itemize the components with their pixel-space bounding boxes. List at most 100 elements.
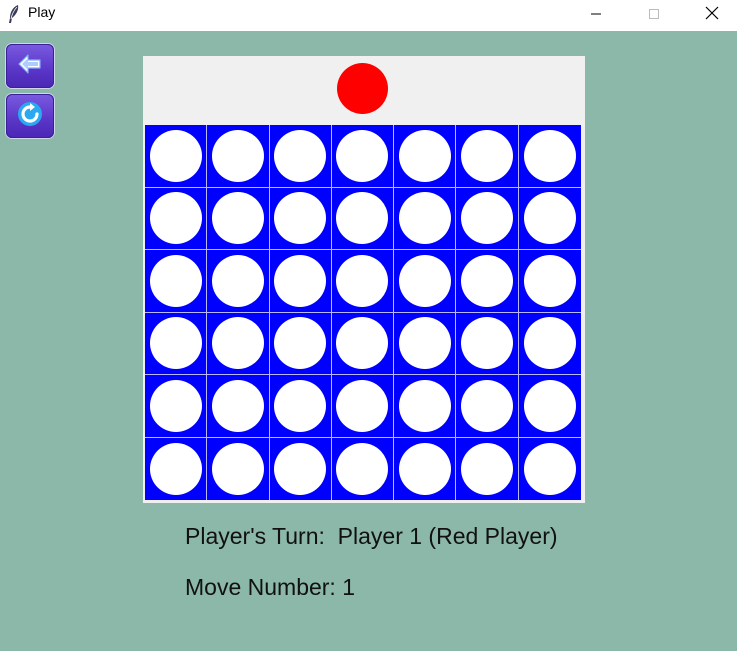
- board-cell[interactable]: [207, 250, 270, 313]
- move-number-label: Move Number: 1: [185, 574, 356, 600]
- board-cell[interactable]: [207, 312, 270, 375]
- board-cell[interactable]: [456, 312, 519, 375]
- board-cell[interactable]: [145, 437, 208, 500]
- disc-slot: [149, 379, 202, 432]
- disc-slot: [398, 192, 451, 245]
- disc-slot: [336, 442, 389, 495]
- drop-zone[interactable]: [143, 56, 585, 123]
- board-cell[interactable]: [456, 187, 519, 250]
- refresh-icon: [15, 99, 45, 134]
- board-cell[interactable]: [145, 375, 208, 438]
- disc-slot: [274, 129, 327, 182]
- disc-slot: [461, 192, 514, 245]
- disc-slot: [149, 129, 202, 182]
- board-cell[interactable]: [331, 312, 395, 375]
- disc-slot: [398, 442, 451, 495]
- disc-slot: [461, 442, 514, 495]
- board-cell[interactable]: [518, 375, 581, 438]
- disc-slot: [149, 317, 202, 370]
- disc-slot: [149, 442, 202, 495]
- board-grid: [145, 125, 581, 500]
- disc-slot: [461, 317, 514, 370]
- game-board: [143, 56, 585, 503]
- board-cell[interactable]: [207, 375, 270, 438]
- back-button[interactable]: [6, 44, 54, 88]
- disc-slot: [523, 379, 576, 432]
- disc-slot: [274, 254, 327, 307]
- maximize-button[interactable]: [631, 0, 677, 31]
- board-cell[interactable]: [207, 187, 270, 250]
- disc-slot: [336, 317, 389, 370]
- close-icon: [705, 6, 719, 25]
- board-cell[interactable]: [331, 437, 395, 500]
- board-cell[interactable]: [394, 312, 457, 375]
- disc-slot: [274, 192, 327, 245]
- board-cell[interactable]: [394, 375, 457, 438]
- disc-slot: [274, 379, 327, 432]
- disc-slot: [398, 317, 451, 370]
- board-cell[interactable]: [145, 312, 208, 375]
- board-cell[interactable]: [456, 437, 519, 500]
- board-cell[interactable]: [331, 125, 395, 188]
- board-cell[interactable]: [518, 187, 581, 250]
- disc-slot: [336, 129, 389, 182]
- board-cell[interactable]: [145, 250, 208, 313]
- board-cell[interactable]: [394, 187, 457, 250]
- board-cell[interactable]: [456, 375, 519, 438]
- board-cell[interactable]: [518, 437, 581, 500]
- board-cell[interactable]: [145, 187, 208, 250]
- disc-slot: [398, 254, 451, 307]
- disc-slot: [523, 442, 576, 495]
- board-cell[interactable]: [269, 250, 332, 313]
- board-cell[interactable]: [394, 125, 457, 188]
- board-cell[interactable]: [269, 312, 332, 375]
- board-cell[interactable]: [518, 250, 581, 313]
- board-cell[interactable]: [269, 125, 332, 188]
- board-cell[interactable]: [394, 250, 457, 313]
- disc-slot: [211, 317, 264, 370]
- disc-slot: [398, 379, 451, 432]
- board-cell[interactable]: [518, 312, 581, 375]
- window-title: Play: [28, 4, 56, 20]
- disc-slot: [211, 254, 264, 307]
- board-cell[interactable]: [518, 125, 581, 188]
- disc-slot: [336, 192, 389, 245]
- board-cell[interactable]: [331, 375, 395, 438]
- back-arrow-icon: [17, 53, 43, 80]
- disc-slot: [461, 129, 514, 182]
- disc-slot: [211, 379, 264, 432]
- board-cell[interactable]: [456, 250, 519, 313]
- disc-slot: [461, 379, 514, 432]
- board-cell[interactable]: [331, 187, 395, 250]
- board-cell[interactable]: [207, 125, 270, 188]
- title-bar: Play: [0, 0, 737, 31]
- board-cell[interactable]: [207, 437, 270, 500]
- player-turn-label: Player's Turn: Player 1 (Red Player): [185, 523, 558, 549]
- minimize-button[interactable]: [573, 0, 619, 31]
- board-cell[interactable]: [269, 187, 332, 250]
- disc-slot: [211, 129, 264, 182]
- disc-slot: [336, 254, 389, 307]
- board-cell[interactable]: [145, 125, 208, 188]
- board-cell[interactable]: [269, 375, 332, 438]
- disc-slot: [523, 129, 576, 182]
- disc-slot: [211, 192, 264, 245]
- restart-button[interactable]: [6, 94, 54, 138]
- disc-slot: [149, 254, 202, 307]
- board-cell[interactable]: [394, 437, 457, 500]
- close-button[interactable]: [689, 0, 735, 31]
- disc-slot: [211, 442, 264, 495]
- disc-slot: [398, 129, 451, 182]
- board-cell[interactable]: [331, 250, 395, 313]
- disc-slot: [523, 192, 576, 245]
- disc-slot: [149, 192, 202, 245]
- feather-icon: [7, 4, 21, 24]
- disc-slot: [523, 317, 576, 370]
- board-cell[interactable]: [269, 437, 332, 500]
- disc-slot: [523, 254, 576, 307]
- maximize-icon: [648, 7, 660, 25]
- disc-slot: [336, 379, 389, 432]
- disc-slot: [274, 317, 327, 370]
- board-cell[interactable]: [456, 125, 519, 188]
- current-player-disc[interactable]: [337, 63, 388, 114]
